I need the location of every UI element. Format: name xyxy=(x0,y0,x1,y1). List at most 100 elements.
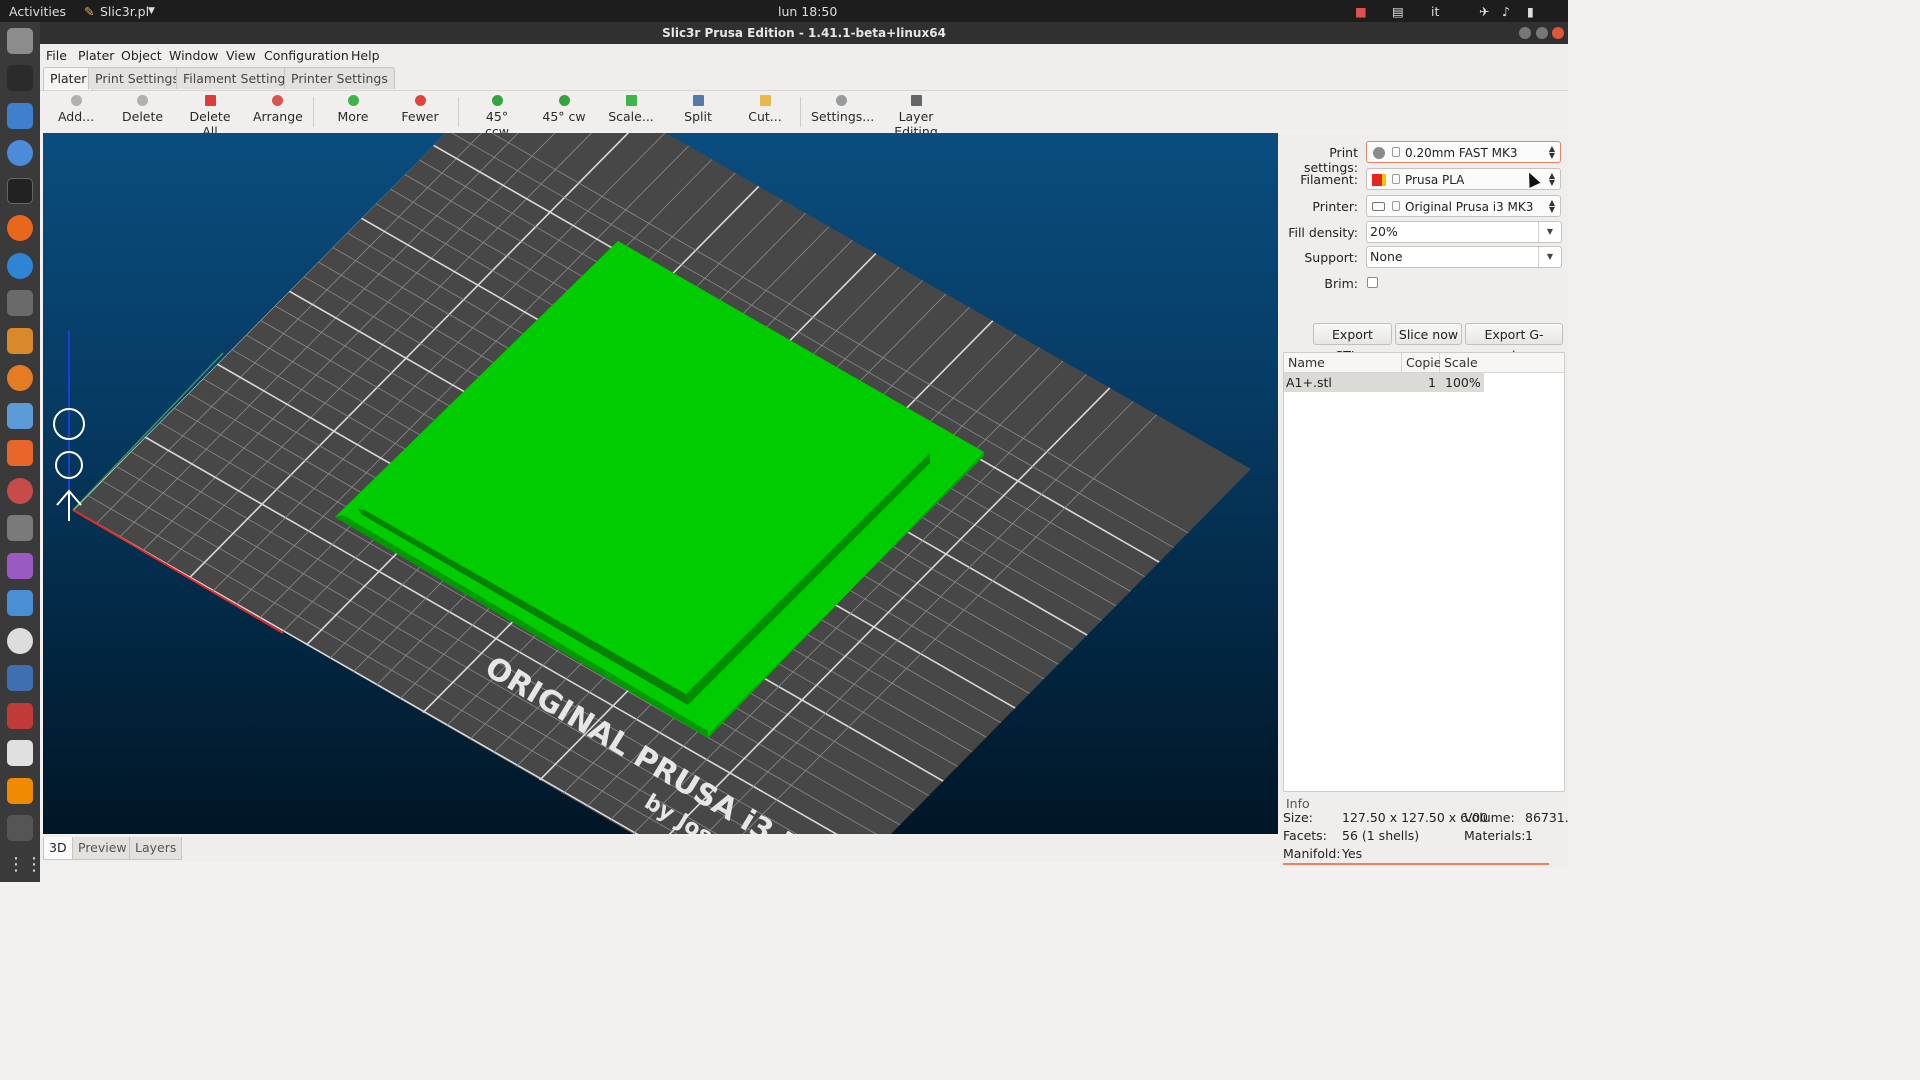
lock-icon xyxy=(1392,147,1400,157)
object-list[interactable]: Name Copie Scale A1+.stl 1 100% xyxy=(1283,352,1565,792)
plater-toolbar: Add... Delete Delete All Arrange More Fe… xyxy=(40,90,1568,139)
brim-label: Brim: xyxy=(1324,276,1358,291)
facets-value: 56 (1 shells) xyxy=(1342,828,1420,843)
tab-3d[interactable]: 3D xyxy=(43,837,73,860)
language-indicator[interactable]: it xyxy=(1431,4,1439,19)
window-title-bar: Slic3r Prusa Edition - 1.41.1-beta+linux… xyxy=(40,22,1568,44)
gimp-icon[interactable] xyxy=(7,290,33,316)
system-top-bar: Activities ✎ Slic3r.pl ▼ lun 18:50 ■ ▤ i… xyxy=(0,0,1568,22)
minus-icon xyxy=(414,95,426,106)
menu-configuration[interactable]: Configuration xyxy=(264,48,349,63)
main-tabs: Plater Print Settings Filament Settings … xyxy=(40,66,1568,91)
close-icon[interactable] xyxy=(1552,27,1564,39)
cell-copies: 1 xyxy=(1402,373,1440,392)
arrange-button[interactable]: Arrange xyxy=(253,95,303,124)
tab-plater[interactable]: Plater xyxy=(43,67,94,91)
column-name[interactable]: Name xyxy=(1284,353,1402,373)
settings-panel: Print settings: 0.20mm FAST MK3 ▲ ▼ Filam… xyxy=(1280,133,1569,868)
fill-density-select[interactable]: 20% ▼ xyxy=(1366,221,1562,243)
printer-combo[interactable]: Original Prusa i3 MK3 ▲ ▼ xyxy=(1366,195,1561,217)
maximize-icon[interactable] xyxy=(1536,27,1548,39)
activities-button[interactable]: Activities xyxy=(9,4,66,19)
tab-print-settings[interactable]: Print Settings xyxy=(88,67,186,89)
minimize-icon[interactable] xyxy=(1519,27,1531,39)
video-editor-icon[interactable] xyxy=(7,815,33,841)
fill-density-label: Fill density: xyxy=(1288,225,1358,240)
gear-icon xyxy=(835,95,847,106)
app-icon: ✎ xyxy=(84,4,95,19)
battery-icon[interactable]: ▮ xyxy=(1527,4,1534,19)
delete-button[interactable]: Delete xyxy=(122,95,163,124)
update-icon[interactable] xyxy=(7,403,33,429)
3d-canvas[interactable]: ORIGINAL PRUSA i3 MK3 by Josef Prusa xyxy=(43,133,1278,834)
manifold-value: Yes xyxy=(1342,846,1363,861)
tab-filament-settings[interactable]: Filament Settings xyxy=(176,67,299,89)
split-icon xyxy=(692,95,704,106)
vlc-icon[interactable] xyxy=(7,778,33,804)
brim-checkbox[interactable] xyxy=(1367,277,1378,288)
inkscape-icon[interactable] xyxy=(7,65,33,91)
delete-all-icon xyxy=(204,95,216,106)
slic3r-icon[interactable] xyxy=(7,328,33,354)
export-stl-button[interactable]: Export STL... xyxy=(1313,323,1392,363)
cell-scale: 100% xyxy=(1440,373,1484,392)
scale-button[interactable]: Scale... xyxy=(608,95,654,124)
split-button[interactable]: Split xyxy=(680,95,716,124)
cut-button[interactable]: Cut... xyxy=(747,95,783,124)
eye-icon[interactable] xyxy=(7,628,33,654)
volume-label: Volume: xyxy=(1464,810,1515,825)
delete-icon xyxy=(136,95,148,106)
column-copies[interactable]: Copie xyxy=(1402,353,1441,373)
camera-icon[interactable] xyxy=(7,515,33,541)
menu-help[interactable]: Help xyxy=(351,48,380,63)
print-settings-combo[interactable]: 0.20mm FAST MK3 ▲ ▼ xyxy=(1366,141,1561,163)
apps-grid-icon[interactable]: ⋮⋮ xyxy=(7,852,43,878)
support-select[interactable]: None ▼ xyxy=(1366,246,1562,268)
clock[interactable]: lun 18:50 xyxy=(778,4,837,19)
rotate-cw-icon xyxy=(558,95,570,106)
slice-now-button[interactable]: Slice now xyxy=(1395,323,1462,345)
files-icon[interactable] xyxy=(7,28,33,54)
lock-icon xyxy=(1392,174,1400,184)
support-label: Support: xyxy=(1304,250,1358,265)
settings-button[interactable]: Settings... xyxy=(811,95,874,124)
tools-icon[interactable] xyxy=(7,478,33,504)
browser-icon[interactable] xyxy=(7,253,33,279)
editor-icon[interactable] xyxy=(7,740,33,766)
rotate-cw-button[interactable]: 45° cw xyxy=(542,95,586,124)
fewer-button[interactable]: Fewer xyxy=(400,95,440,124)
add-button[interactable]: Add... xyxy=(56,95,96,124)
arrange-icon xyxy=(271,95,283,106)
3d-scene[interactable]: ORIGINAL PRUSA i3 MK3 by Josef Prusa xyxy=(43,133,1278,834)
chevron-down-icon[interactable]: ▼ xyxy=(1538,247,1561,267)
volume-value: 86731. xyxy=(1525,810,1569,825)
tab-printer-settings[interactable]: Printer Settings xyxy=(284,67,395,89)
transfer-icon[interactable] xyxy=(7,590,33,616)
terminal-icon[interactable] xyxy=(7,178,33,204)
menu-view[interactable]: View xyxy=(226,48,256,63)
software-center-icon[interactable] xyxy=(7,440,33,466)
firefox-icon[interactable] xyxy=(7,215,33,241)
menu-file[interactable]: File xyxy=(46,48,67,63)
media-icon[interactable] xyxy=(7,553,33,579)
record-icon[interactable]: ■ xyxy=(1355,4,1367,19)
chromium-icon[interactable] xyxy=(7,140,33,166)
column-scale[interactable]: Scale xyxy=(1440,353,1564,373)
app-menu[interactable]: Slic3r.pl xyxy=(100,4,149,19)
menu-window[interactable]: Window xyxy=(169,48,218,63)
blender-icon[interactable] xyxy=(7,365,33,391)
menu-object[interactable]: Object xyxy=(121,48,162,63)
filament-color-swatch xyxy=(1372,174,1382,186)
airplane-icon[interactable]: ✈ xyxy=(1479,4,1489,19)
export-gcode-button[interactable]: Export G-code... xyxy=(1465,323,1563,363)
menu-plater[interactable]: Plater xyxy=(78,48,114,63)
more-button[interactable]: More xyxy=(336,95,370,124)
cube-icon[interactable] xyxy=(7,665,33,691)
chevron-down-icon[interactable]: ▼ xyxy=(1538,222,1561,242)
writer-icon[interactable] xyxy=(7,103,33,129)
tab-preview[interactable]: Preview xyxy=(72,837,133,860)
settings-app-icon[interactable] xyxy=(7,703,33,729)
tab-layers[interactable]: Layers xyxy=(129,837,183,860)
clipboard-icon[interactable]: ▤ xyxy=(1392,4,1404,19)
volume-icon[interactable]: ♪ xyxy=(1502,4,1510,19)
